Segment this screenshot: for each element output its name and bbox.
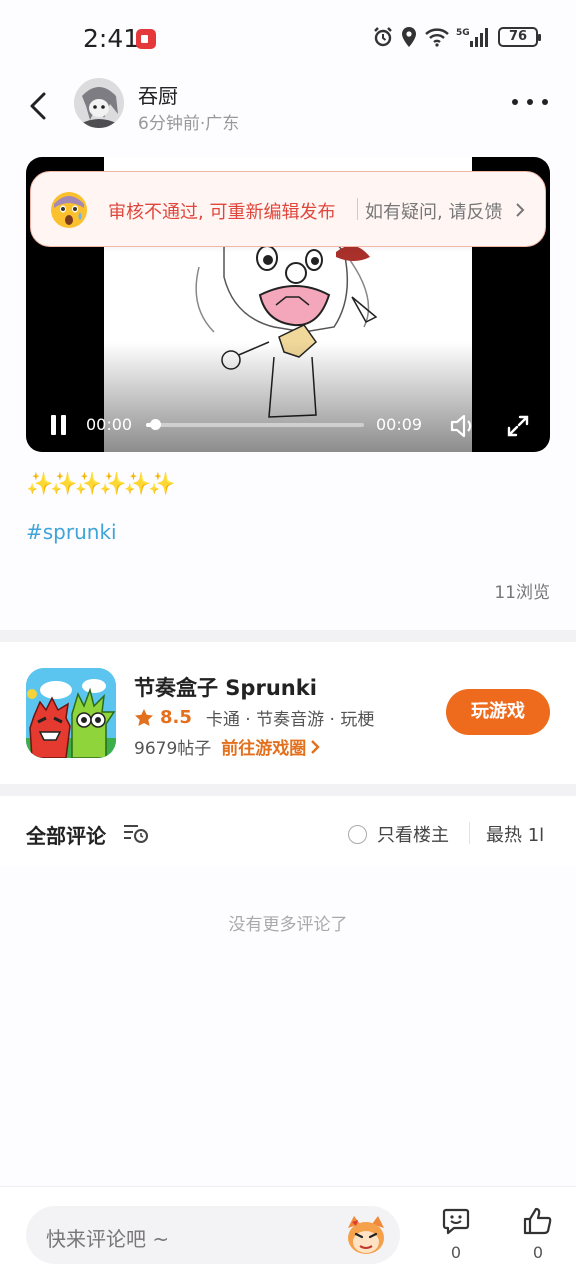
game-bottom-row: 9679帖子 前往游戏圈 xyxy=(134,734,320,759)
cellular-signal-icon: 5G xyxy=(456,28,488,47)
header-divider xyxy=(469,822,470,844)
author-name[interactable]: 吞厨 xyxy=(138,80,178,109)
video-progress-bar[interactable] xyxy=(146,419,364,430)
thumbs-up-icon xyxy=(523,1207,552,1235)
chevron-right-icon xyxy=(311,739,320,754)
game-post-count: 9679帖子 xyxy=(134,739,212,759)
pause-button[interactable] xyxy=(48,413,70,437)
comment-input[interactable]: 快来评论吧 ~ xyxy=(26,1206,400,1264)
status-time: 2:41 xyxy=(83,24,140,53)
game-title[interactable]: 节奏盒子 Sprunki xyxy=(134,672,317,702)
play-game-button[interactable]: 玩游戏 xyxy=(446,689,550,735)
no-more-comments: 没有更多评论了 xyxy=(228,915,348,935)
game-icon[interactable] xyxy=(26,668,116,758)
bottom-bar: 快来评论吧 ~ 0 0 xyxy=(0,1186,576,1280)
post-body-text: ✨✨✨✨✨✨ xyxy=(26,472,175,497)
filter-icon[interactable] xyxy=(123,822,149,844)
hashtag-link[interactable]: #sprunki xyxy=(26,520,117,544)
comment-count: 0 xyxy=(450,1243,462,1262)
back-arrow-icon xyxy=(30,92,46,120)
comments-title: 全部评论 xyxy=(26,824,106,848)
anxious-emoji-icon xyxy=(51,192,87,228)
comment-icon xyxy=(442,1208,470,1235)
battery-icon: 76 xyxy=(498,27,541,47)
comment-placeholder: 快来评论吧 ~ xyxy=(46,1227,170,1251)
review-divider xyxy=(357,198,358,220)
sort-dropdown[interactable]: 最热 1l xyxy=(486,821,550,847)
fullscreen-icon[interactable] xyxy=(506,414,530,438)
location-icon xyxy=(402,27,416,47)
more-options-button[interactable] xyxy=(512,92,548,112)
game-card[interactable]: 节奏盒子 Sprunki 8.5 卡通 · 节奏音游 · 玩梗 9679帖子 前… xyxy=(0,642,576,784)
author-avatar[interactable] xyxy=(74,78,124,128)
only-host-label: 只看楼主 xyxy=(377,825,449,846)
post-meta: 6分钟前·广东 xyxy=(138,114,240,134)
alarm-icon xyxy=(374,27,392,47)
only-host-toggle[interactable]: 只看楼主 xyxy=(348,821,449,847)
wifi-icon xyxy=(425,28,449,47)
svg-text:5G: 5G xyxy=(456,28,470,38)
screen-record-icon xyxy=(136,29,156,49)
chevron-right-icon xyxy=(516,203,525,217)
mascot-icon[interactable] xyxy=(344,1214,388,1256)
review-status-text: 审核不通过, 可重新编辑发布 xyxy=(108,202,336,223)
post-header: 吞厨 6分钟前·广东 xyxy=(0,78,576,134)
like-count: 0 xyxy=(532,1243,544,1262)
status-icons: 5G 76 xyxy=(372,26,541,48)
section-divider xyxy=(0,630,576,642)
only-host-radio[interactable] xyxy=(348,824,367,844)
game-circle-link-label: 前往游戏圈 xyxy=(221,739,307,759)
status-bar: 2:41 5G 76 xyxy=(0,0,576,78)
game-tags: 卡通 · 节奏音游 · 玩梗 xyxy=(205,710,375,730)
video-total-time: 00:09 xyxy=(376,415,423,434)
section-divider xyxy=(0,784,576,796)
comments-header: 全部评论 只看楼主 最热 1l xyxy=(0,796,576,866)
video-current-time: 00:00 xyxy=(86,415,133,434)
comment-count-button[interactable]: 0 xyxy=(436,1207,476,1262)
view-count: 11浏览 xyxy=(494,583,550,603)
game-circle-link[interactable]: 前往游戏圈 xyxy=(221,734,320,759)
back-button[interactable] xyxy=(24,88,54,124)
game-rating: 8.5 xyxy=(160,707,192,728)
volume-icon[interactable] xyxy=(448,412,476,440)
video-progress-thumb[interactable] xyxy=(149,419,161,430)
game-rating-row: 8.5 卡通 · 节奏音游 · 玩梗 xyxy=(134,705,374,730)
like-button[interactable]: 0 xyxy=(518,1207,558,1262)
star-icon xyxy=(135,708,153,726)
feedback-link[interactable]: 如有疑问, 请反馈 xyxy=(365,198,502,224)
review-rejected-banner[interactable]: 审核不通过, 可重新编辑发布 如有疑问, 请反馈 xyxy=(30,171,546,247)
comments-list: 没有更多评论了 xyxy=(0,866,576,1186)
